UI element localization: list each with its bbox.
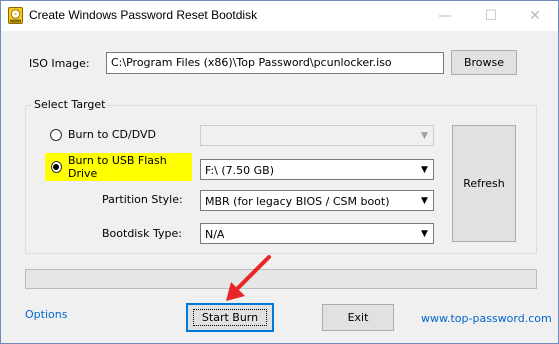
red-annotation-arrow [226,255,271,301]
window-title: Create Windows Password Reset Bootdisk [29,8,258,22]
chevron-down-icon[interactable]: ▼ [417,225,432,242]
title-bar: Create Windows Password Reset Bootdisk —… [1,1,558,31]
refresh-button[interactable]: Refresh [452,125,516,242]
bootdisk-type-label: Bootdisk Type: [102,227,182,240]
bootdisk-type-select[interactable]: N/A ▼ [200,223,434,244]
usb-drive-select[interactable]: F:\ (7.50 GB) ▼ [200,159,434,180]
iso-disc-app-icon [8,7,23,24]
start-burn-button[interactable]: Start Burn [186,303,274,332]
burn-cd-label: Burn to CD/DVD [68,128,156,141]
select-target-title: Select Target [32,98,108,111]
chevron-down-icon[interactable]: ▼ [417,161,432,178]
cd-drive-select: ▼ [200,125,434,146]
burn-cd-radio[interactable] [50,128,62,141]
maximize-button[interactable]: ☐ [468,1,514,31]
chevron-down-icon[interactable]: ▼ [417,192,432,209]
burn-usb-option[interactable]: Burn to USB Flash Drive [45,153,192,181]
partition-style-value: MBR (for legacy BIOS / CSM boot) [205,195,390,208]
burn-progress-bar [25,269,537,289]
browse-button[interactable]: Browse [451,50,517,75]
iso-image-label: ISO Image: [29,57,90,70]
burn-usb-radio[interactable] [51,161,62,173]
burn-cd-option[interactable]: Burn to CD/DVD [50,128,156,141]
iso-path-field[interactable]: C:\Program Files (x86)\Top Password\pcun… [106,52,444,74]
bootdisk-type-value: N/A [205,228,225,241]
website-link[interactable]: www.top-password.com [421,312,552,325]
partition-style-label: Partition Style: [102,193,183,206]
minimize-button[interactable]: — [422,1,468,31]
partition-style-select[interactable]: MBR (for legacy BIOS / CSM boot) ▼ [200,190,434,211]
start-burn-label: Start Burn [192,309,268,326]
burn-usb-label: Burn to USB Flash Drive [67,154,167,180]
exit-button[interactable]: Exit [322,304,394,331]
options-link[interactable]: Options [25,308,67,321]
close-button[interactable]: ✕ [512,1,558,31]
password-reset-bootdisk-window: Create Windows Password Reset Bootdisk —… [0,0,559,344]
usb-drive-value: F:\ (7.50 GB) [205,164,275,177]
chevron-down-icon: ▼ [421,130,428,141]
